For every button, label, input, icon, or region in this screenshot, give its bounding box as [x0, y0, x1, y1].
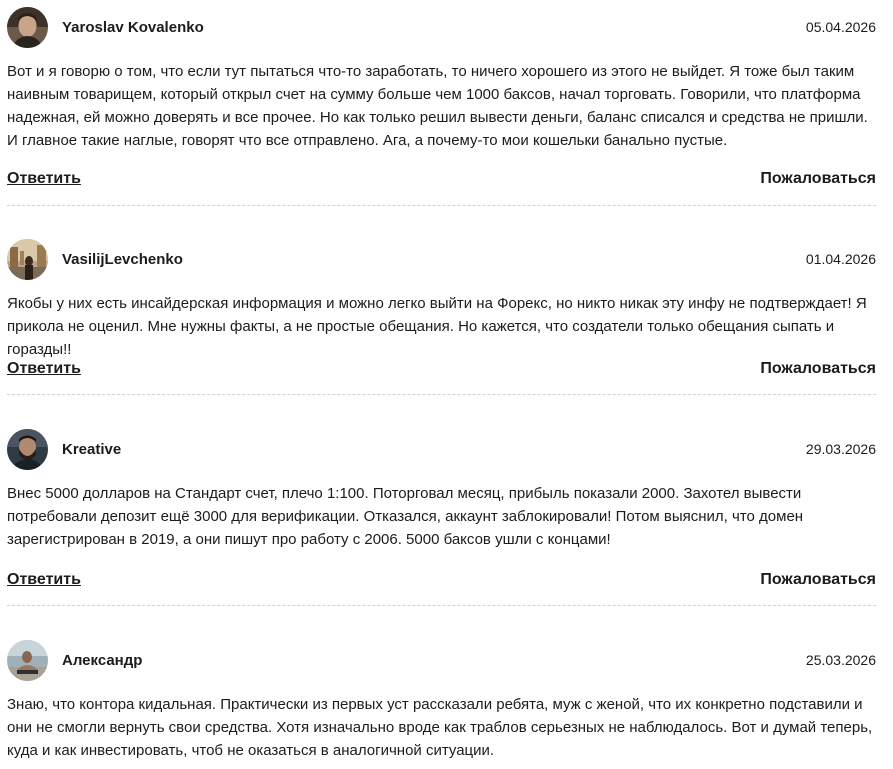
comment-actions: Ответить Пожаловаться — [7, 170, 876, 192]
comment-actions: Ответить Пожаловаться — [7, 571, 876, 593]
report-button[interactable]: Пожаловаться — [760, 170, 876, 188]
avatar[interactable] — [7, 239, 48, 280]
comment-author: Александр — [62, 652, 143, 669]
comment-header: Kreative 29.03.2026 — [7, 429, 876, 470]
comment-text: Внес 5000 долларов на Стандарт счет, пле… — [7, 485, 804, 548]
report-button[interactable]: Пожаловаться — [760, 360, 876, 378]
report-button[interactable]: Пожаловаться — [760, 571, 876, 589]
comment-text: Якобы у них есть инсайдерская информация… — [7, 295, 867, 358]
comment-divider — [7, 394, 876, 395]
comment-author: Yaroslav Kovalenko — [62, 19, 204, 36]
reply-button[interactable]: Ответить — [7, 170, 81, 188]
comment-author: VasilijLevchenko — [62, 251, 183, 268]
comment-actions: Ответить Пожаловаться — [7, 360, 876, 382]
user-photo-icon — [7, 640, 48, 681]
comment-text: Знаю, что контора кидальная. Практически… — [7, 696, 873, 759]
comment-date: 29.03.2026 — [805, 441, 876, 457]
comment-author: Kreative — [62, 441, 122, 458]
comment-date: 01.04.2026 — [805, 251, 876, 267]
comment-text: Вот и я говорю о том, что если тут пытат… — [7, 63, 868, 149]
comment-divider — [7, 205, 876, 206]
comment-divider — [7, 605, 876, 606]
comment-date: 05.04.2026 — [805, 19, 876, 35]
comment-date: 25.03.2026 — [805, 652, 876, 668]
comment-header: Александр 25.03.2026 — [7, 640, 876, 681]
avatar[interactable] — [7, 7, 48, 48]
user-photo-icon — [7, 7, 48, 48]
comment-header: Yaroslav Kovalenko 05.04.2026 — [7, 7, 876, 48]
comment-header: VasilijLevchenko 01.04.2026 — [7, 239, 876, 280]
user-photo-icon — [7, 429, 48, 470]
avatar[interactable] — [7, 640, 48, 681]
avatar[interactable] — [7, 429, 48, 470]
user-photo-icon — [7, 239, 48, 280]
reply-button[interactable]: Ответить — [7, 360, 81, 378]
reply-button[interactable]: Ответить — [7, 571, 81, 589]
